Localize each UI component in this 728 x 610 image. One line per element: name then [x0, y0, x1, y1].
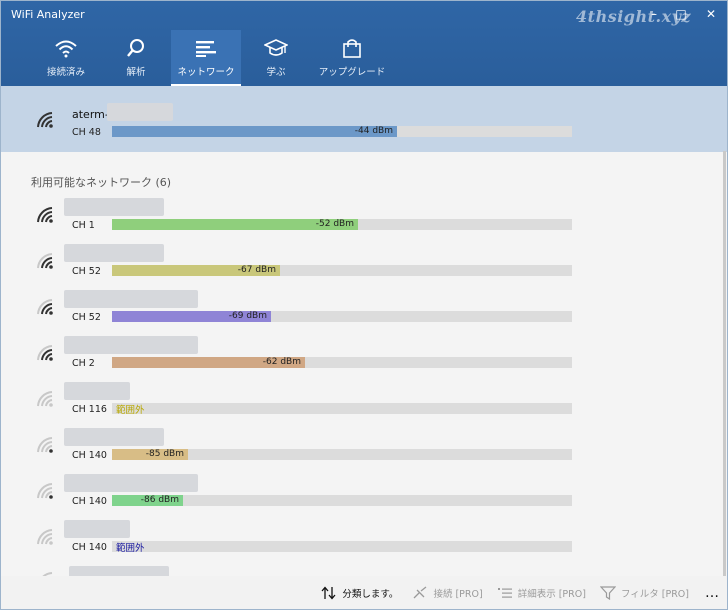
command-bar: 分類します。 接続 [PRO] 詳細表示 [PRO] フィルタ [PRO] …	[1, 576, 727, 609]
filter-icon	[599, 586, 616, 600]
signal-bar: 範囲外	[112, 541, 572, 554]
tab-connected[interactable]: 接続済み	[31, 30, 101, 86]
network-row[interactable]: CH 140 範囲外	[1, 516, 727, 562]
network-channel: CH 2	[72, 358, 95, 369]
unplug-icon	[413, 586, 427, 599]
network-row[interactable]: CH 140 -85 dBm	[1, 424, 727, 470]
network-channel: CH 116	[72, 404, 107, 415]
graduation-cap-icon	[264, 39, 288, 56]
connect-button[interactable]: 接続 [PRO]	[412, 586, 483, 600]
signal-strength: -44 dBm	[354, 126, 393, 136]
tab-learn[interactable]: 学ぶ	[241, 30, 311, 86]
sort-icon	[321, 586, 336, 600]
wifi-signal-icon	[37, 529, 53, 545]
signal-bar: -67 dBm	[112, 265, 572, 276]
wifi-signal-icon	[37, 299, 53, 315]
ssid-redacted	[64, 382, 130, 400]
tab-label: 学ぶ	[266, 67, 286, 78]
network-channel: CH 140	[72, 542, 107, 553]
app-window: WiFi Analyzer 4thsight.xyz – □ ✕ 接続済み 解析…	[0, 0, 728, 610]
network-row[interactable]: CH 52 -67 dBm	[1, 240, 727, 286]
ssid-redacted	[64, 198, 164, 216]
details-button[interactable]: 詳細表示 [PRO]	[497, 586, 586, 600]
network-row[interactable]: CH 2 -62 dBm	[1, 332, 727, 378]
network-channel: CH 52	[72, 312, 101, 323]
network-row[interactable]: CH 116 範囲外	[1, 378, 727, 424]
signal-bar: -44 dBm	[112, 126, 572, 137]
magnifier-icon	[127, 39, 144, 57]
minimize-icon[interactable]: –	[641, 4, 667, 24]
network-row[interactable]: CH 140 -86 dBm	[1, 470, 727, 516]
network-row[interactable]: CH 52 -69 dBm	[1, 286, 727, 332]
scrollbar[interactable]	[723, 151, 726, 576]
signal-strength: -85 dBm	[145, 449, 184, 459]
network-channel: CH 1	[72, 220, 95, 231]
tab-upgrade[interactable]: アップグレード	[311, 30, 393, 86]
wifi-signal-icon	[37, 483, 53, 499]
connected-network[interactable]: aterm- CH 48 -44 dBm	[1, 86, 727, 152]
wifi-signal-icon	[37, 345, 53, 361]
tab-label: 解析	[126, 67, 146, 78]
filter-button[interactable]: フィルタ [PRO]	[599, 586, 689, 600]
ssid-redacted	[69, 566, 169, 576]
tab-analysis[interactable]: 解析	[101, 30, 171, 86]
sort-label: 分類します。	[342, 589, 399, 600]
tab-bar: 接続済み 解析 ネットワーク 学ぶ アップグレード	[31, 30, 393, 86]
tab-label: 接続済み	[46, 67, 85, 78]
close-icon[interactable]: ✕	[698, 4, 724, 24]
signal-strength: -62 dBm	[262, 357, 301, 367]
signal-bar: -86 dBm	[112, 495, 572, 506]
wifi-signal-icon	[37, 112, 53, 128]
connect-label: 接続 [PRO]	[433, 589, 483, 600]
window-title: WiFi Analyzer	[11, 8, 85, 21]
signal-bar: -52 dBm	[112, 219, 572, 230]
wifi-icon	[55, 40, 77, 58]
maximize-icon[interactable]: □	[668, 4, 694, 24]
network-channel: CH 140	[72, 450, 107, 461]
details-list-icon	[497, 588, 512, 598]
signal-bar: -62 dBm	[112, 357, 572, 368]
wifi-signal-icon	[37, 207, 53, 223]
network-ssid: aterm-	[72, 108, 109, 121]
wifi-signal-icon	[37, 437, 53, 453]
network-row[interactable]: CH 1 -52 dBm	[1, 194, 727, 240]
tab-label: ネットワーク	[177, 67, 235, 78]
out-of-range-label: 範囲外	[116, 543, 145, 554]
ssid-redacted	[107, 103, 173, 121]
signal-bar: -85 dBm	[112, 449, 572, 460]
network-channel: CH 140	[72, 496, 107, 507]
signal-strength: -52 dBm	[315, 219, 354, 229]
ssid-redacted	[64, 290, 198, 308]
list-icon	[196, 41, 216, 57]
tab-network[interactable]: ネットワーク	[171, 30, 241, 86]
ssid-redacted	[64, 336, 198, 354]
ssid-redacted	[64, 474, 198, 492]
network-row-partial	[1, 561, 727, 576]
wifi-signal-icon	[37, 253, 53, 269]
filter-label: フィルタ [PRO]	[620, 589, 689, 600]
network-channel: CH 52	[72, 266, 101, 277]
ssid-redacted	[64, 244, 164, 262]
available-networks-title: 利用可能なネットワーク (6)	[31, 176, 172, 189]
signal-strength: -69 dBm	[228, 311, 267, 321]
network-channel: CH 48	[72, 127, 101, 138]
shopping-bag-icon	[343, 39, 361, 58]
wifi-signal-icon	[37, 391, 53, 407]
signal-strength: -86 dBm	[140, 495, 179, 505]
ssid-redacted	[64, 428, 164, 446]
signal-bar: -69 dBm	[112, 311, 572, 322]
signal-strength: -67 dBm	[237, 265, 276, 275]
out-of-range-label: 範囲外	[116, 405, 145, 416]
tab-label: アップグレード	[318, 67, 386, 78]
signal-bar: 範囲外	[112, 403, 572, 416]
ssid-redacted	[64, 520, 130, 538]
details-label: 詳細表示 [PRO]	[517, 589, 586, 600]
header-bar: WiFi Analyzer 4thsight.xyz – □ ✕ 接続済み 解析…	[1, 1, 727, 86]
more-options-icon[interactable]: …	[705, 585, 719, 601]
sort-button[interactable]: 分類します。	[321, 586, 398, 600]
